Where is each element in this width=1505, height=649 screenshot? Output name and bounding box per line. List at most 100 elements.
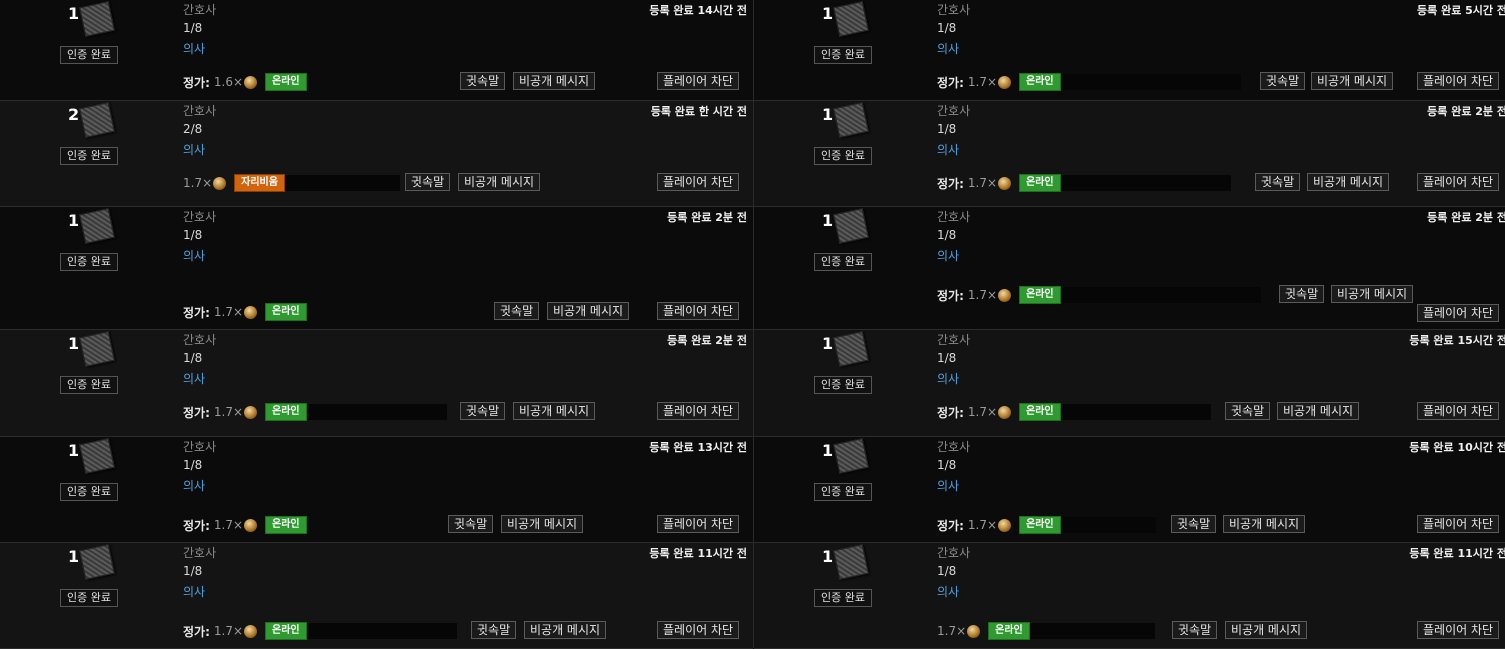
certified-badge: 인증 완료 [814,147,872,165]
block-player-button[interactable]: 플레이어 차단 [657,515,740,533]
currency-orb-icon [213,176,227,190]
price-line: 정가: 1.7× 온라인 [183,303,307,321]
block-player-button[interactable]: 플레이어 차단 [1417,173,1500,191]
item-name-doctor-link[interactable]: 의사 [937,583,959,600]
block-player-button[interactable]: 플레이어 차단 [657,621,740,639]
map-fragment-icon [79,1,115,37]
item-fraction: 1/8 [183,21,203,35]
block-player-button[interactable]: 플레이어 차단 [1417,304,1500,322]
block-player-button[interactable]: 플레이어 차단 [657,173,740,191]
stack-quantity: 1 [822,334,834,353]
private-message-button[interactable]: 비공개 메시지 [1331,285,1414,303]
certified-badge: 인증 완료 [814,46,872,64]
stack-quantity: 1 [68,547,80,566]
private-message-button[interactable]: 비공개 메시지 [1223,515,1306,533]
listing-row: 1 인증 완료 간호사 1/8 의사 등록 완료 14시간 전 정가: 1.6× 온라인 귓속말 비… [0,0,753,101]
whisper-button[interactable]: 귓속말 [448,515,494,533]
item-name-doctor-link[interactable]: 의사 [183,583,205,600]
item-name-doctor-link[interactable]: 의사 [937,477,959,494]
block-player-button[interactable]: 플레이어 차단 [1417,402,1500,420]
item-name-doctor-link[interactable]: 의사 [183,40,205,57]
map-fragment-icon [79,102,115,138]
item-fraction: 2/8 [183,122,203,136]
private-message-button[interactable]: 비공개 메시지 [1277,402,1360,420]
whisper-button[interactable]: 귓속말 [471,621,517,639]
registered-time: 등록 완료 5시간 전 [1417,4,1505,17]
private-message-button[interactable]: 비공개 메시지 [458,173,541,191]
whisper-button[interactable]: 귓속말 [405,173,451,191]
price-label: 정가: [937,176,964,191]
private-message-button[interactable]: 비공개 메시지 [1307,173,1390,191]
price-label: 정가: [937,288,964,303]
price-label: 정가: [937,75,964,90]
private-message-button[interactable]: 비공개 메시지 [513,72,596,90]
block-player-button[interactable]: 플레이어 차단 [1417,72,1500,90]
item-fraction: 1/8 [183,228,203,242]
block-player-button[interactable]: 플레이어 차단 [657,402,740,420]
currency-orb-icon [967,624,981,638]
item-name-doctor-link[interactable]: 의사 [937,370,959,387]
item-fraction: 1/8 [937,122,957,136]
item-fraction: 1/8 [937,351,957,365]
block-player-button[interactable]: 플레이어 차단 [1417,621,1500,639]
whisper-button[interactable]: 귓속말 [460,72,506,90]
item-name-nurse: 간호사 [183,333,217,347]
price-line: 정가: 1.7× 온라인 [937,174,1231,192]
map-fragment-icon [79,544,115,580]
price-line: 1.7× 자리비움 [183,174,400,192]
listing-column-right: 1 인증 완료 간호사 1/8 의사 등록 완료 5시간 전 정가: 1.7× 온라인 귓속말 비공… [754,0,1505,649]
listing-row: 1 인증 완료 간호사 1/8 의사 등록 완료 2분 전 정가: 1.7× 온라인 귓속말 비공개… [0,207,753,330]
item-name-doctor-link[interactable]: 의사 [937,247,959,264]
whisper-button[interactable]: 귓속말 [1171,515,1217,533]
item-name-nurse: 간호사 [937,440,971,454]
private-message-button[interactable]: 비공개 메시지 [524,621,607,639]
certified-badge: 인증 완료 [60,253,118,271]
block-player-button[interactable]: 플레이어 차단 [657,302,740,320]
currency-orb-icon [244,518,258,532]
item-fraction: 1/8 [937,228,957,242]
private-message-button[interactable]: 비공개 메시지 [501,515,584,533]
item-name-doctor-link[interactable]: 의사 [937,141,959,158]
redacted-seller-name [1060,517,1156,533]
listing-row: 1 인증 완료 간호사 1/8 의사 등록 완료 10시간 전 정가: 1.7× 온라인 귓속말 비… [754,437,1505,543]
item-name-doctor-link[interactable]: 의사 [183,477,205,494]
redacted-seller-name [1060,287,1261,303]
whisper-button[interactable]: 귓속말 [494,302,540,320]
certified-badge: 인증 완료 [814,483,872,501]
price-label: 정가: [183,75,210,90]
item-name-nurse: 간호사 [937,210,971,224]
certified-badge: 인증 완료 [814,376,872,394]
item-name-doctor-link[interactable]: 의사 [183,141,205,158]
registered-time: 등록 완료 2분 전 [667,211,747,224]
seller-status-badge: 온라인 [265,303,307,321]
registered-time: 등록 완료 10시간 전 [1409,441,1505,454]
item-name-doctor-link[interactable]: 의사 [183,247,205,264]
listing-column-left: 1 인증 완료 간호사 1/8 의사 등록 완료 14시간 전 정가: 1.6× 온라인 귓속말 비… [0,0,753,649]
whisper-button[interactable]: 귓속말 [1260,72,1306,90]
price-line: 정가: 1.7× 온라인 [937,73,1241,91]
private-message-button[interactable]: 비공개 메시지 [547,302,630,320]
price-value: 1.7× [213,518,244,532]
private-message-button[interactable]: 비공개 메시지 [1311,72,1394,90]
map-fragment-icon [833,331,869,367]
item-name-doctor-link[interactable]: 의사 [937,40,959,57]
whisper-button[interactable]: 귓속말 [1279,285,1325,303]
seller-status-badge: 온라인 [265,622,307,640]
private-message-button[interactable]: 비공개 메시지 [513,402,596,420]
block-player-button[interactable]: 플레이어 차단 [1417,515,1500,533]
stack-quantity: 1 [822,441,834,460]
block-player-button[interactable]: 플레이어 차단 [657,72,740,90]
price-line: 정가: 1.7× 온라인 [183,403,447,421]
whisper-button[interactable]: 귓속말 [460,402,506,420]
map-fragment-icon [79,438,115,474]
whisper-button[interactable]: 귓속말 [1255,173,1301,191]
private-message-button[interactable]: 비공개 메시지 [1225,621,1308,639]
whisper-button[interactable]: 귓속말 [1172,621,1218,639]
seller-status-badge: 온라인 [1019,73,1061,91]
seller-status-badge: 온라인 [988,622,1030,640]
currency-orb-icon [998,288,1012,302]
certified-badge: 인증 완료 [60,46,118,64]
currency-orb-icon [244,624,258,638]
item-name-doctor-link[interactable]: 의사 [183,370,205,387]
whisper-button[interactable]: 귓속말 [1225,402,1271,420]
